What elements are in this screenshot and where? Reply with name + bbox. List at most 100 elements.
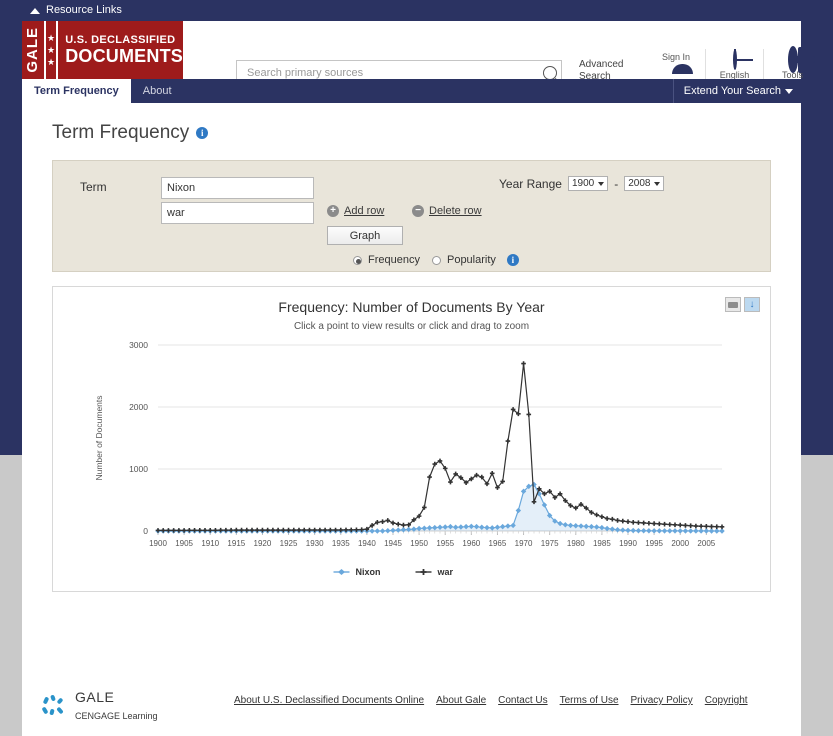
site-logo[interactable]: GALE ★ ★ ★ U.S. DECLASSIFIED DOCUMENTS	[22, 21, 183, 79]
year-range-separator: -	[614, 176, 619, 191]
svg-text:1945: 1945	[384, 539, 402, 548]
add-row-label[interactable]: Add row	[344, 205, 384, 217]
term-frequency-form: Term + Add row − Delete row Graph Freque…	[52, 160, 771, 272]
tab-bar: Term Frequency About Extend Your Search	[22, 79, 801, 103]
radio-popularity-label: Popularity	[446, 254, 496, 266]
info-icon[interactable]: i	[196, 127, 209, 139]
search-icon[interactable]	[543, 65, 557, 80]
footer-link-copyright[interactable]: Copyright	[705, 695, 748, 706]
language-button[interactable]: English	[705, 49, 763, 80]
graph-button[interactable]: Graph	[327, 226, 403, 245]
svg-text:1000: 1000	[129, 464, 148, 474]
svg-text:1995: 1995	[645, 539, 663, 548]
header-icon-group: Sign In English Tools	[647, 46, 821, 80]
radio-frequency-label: Frequency	[368, 254, 420, 266]
svg-text:war: war	[437, 567, 454, 577]
extend-your-search-label: Extend Your Search	[683, 85, 781, 97]
footer-link-about-gale[interactable]: About Gale	[436, 695, 486, 706]
svg-text:1900: 1900	[149, 539, 167, 548]
svg-text:2000: 2000	[671, 539, 689, 548]
chevron-down-icon	[598, 181, 605, 186]
resource-links-label: Resource Links	[46, 4, 122, 16]
star-icon: ★	[47, 44, 56, 55]
svg-text:1985: 1985	[593, 539, 611, 548]
frequency-line-chart[interactable]: 0 1000 2000 3000 Number of Documents 1900 1905…	[53, 335, 770, 585]
chart-toolbar: ↓	[725, 297, 760, 312]
delete-row-button[interactable]: − Delete row	[412, 205, 482, 217]
sign-in-button[interactable]: Sign In	[647, 49, 705, 80]
radio-popularity[interactable]	[431, 255, 441, 265]
footer-link-privacy[interactable]: Privacy Policy	[631, 695, 693, 706]
search-input[interactable]	[245, 65, 543, 80]
chevron-down-icon	[654, 181, 661, 186]
extend-your-search-button[interactable]: Extend Your Search	[672, 79, 793, 103]
svg-text:Nixon: Nixon	[356, 567, 381, 577]
resource-links-bar[interactable]: Resource Links	[0, 0, 833, 21]
svg-text:0: 0	[143, 526, 148, 536]
year-to-select[interactable]: 2008	[624, 176, 665, 191]
svg-text:1930: 1930	[306, 539, 324, 548]
radio-frequency[interactable]	[353, 255, 362, 265]
svg-text:1920: 1920	[254, 539, 272, 548]
svg-text:1950: 1950	[410, 539, 428, 548]
masthead: GALE ★ ★ ★ U.S. DECLASSIFIED DOCUMENTS A…	[22, 21, 803, 95]
svg-text:2005: 2005	[697, 539, 715, 548]
svg-text:3000: 3000	[129, 340, 148, 350]
plus-icon: +	[327, 205, 339, 217]
minus-icon: −	[412, 205, 424, 217]
year-from-value: 1900	[571, 178, 595, 189]
svg-text:1935: 1935	[332, 539, 350, 548]
globe-icon	[732, 49, 737, 70]
year-range-control: Year Range 1900 - 2008	[499, 176, 665, 191]
star-icon: ★	[47, 32, 56, 43]
mode-radio-group: Frequency Popularity i	[353, 254, 519, 266]
download-icon[interactable]: ↓	[744, 297, 760, 312]
page-title: Term Frequency i	[52, 103, 771, 144]
caret-up-icon	[30, 7, 40, 14]
logo-title: U.S. DECLASSIFIED DOCUMENTS	[58, 21, 183, 79]
page-title-text: Term Frequency	[52, 122, 190, 143]
term-input-2[interactable]	[161, 202, 314, 224]
footer-logo-tagline: CENGAGE Learning	[75, 710, 158, 721]
svg-text:1955: 1955	[436, 539, 454, 548]
logo-line-2: DOCUMENTS	[65, 46, 183, 67]
footer-links: About U.S. Declassified Documents Online…	[234, 695, 748, 706]
svg-text:1940: 1940	[358, 539, 376, 548]
footer: GALE CENGAGE Learning About U.S. Declass…	[22, 678, 801, 736]
chart-subtitle: Click a point to view results or click a…	[293, 321, 530, 332]
year-to-value: 2008	[628, 178, 651, 189]
print-icon[interactable]	[725, 297, 741, 312]
tab-term-frequency[interactable]: Term Frequency	[22, 79, 131, 103]
footer-link-about-docs[interactable]: About U.S. Declassified Documents Online	[234, 695, 424, 706]
footer-link-contact-us[interactable]: Contact Us	[498, 695, 547, 706]
chart-title: Frequency: Number of Documents By Year	[278, 299, 545, 315]
chevron-down-icon	[785, 88, 793, 94]
term-label: Term	[80, 180, 107, 194]
svg-text:2000: 2000	[129, 402, 148, 412]
gear-icon	[787, 46, 798, 73]
chart-panel: Frequency: Number of Documents By Year C…	[52, 286, 771, 592]
svg-text:1975: 1975	[541, 539, 559, 548]
year-from-select[interactable]: 1900	[567, 176, 609, 191]
svg-text:1980: 1980	[567, 539, 585, 548]
svg-text:1960: 1960	[462, 539, 480, 548]
tools-button[interactable]: Tools	[763, 46, 821, 80]
svg-text:1915: 1915	[227, 539, 245, 548]
footer-link-terms[interactable]: Terms of Use	[560, 695, 619, 706]
gale-dots-icon	[41, 694, 68, 719]
logo-gale-block: GALE	[22, 21, 44, 79]
add-row-button[interactable]: + Add row	[327, 205, 384, 217]
svg-text:1965: 1965	[489, 539, 507, 548]
star-icon: ★	[47, 56, 56, 67]
term-input-1[interactable]	[161, 177, 314, 199]
footer-logo-name: GALE	[75, 689, 115, 705]
delete-row-label[interactable]: Delete row	[429, 205, 482, 217]
svg-text:1905: 1905	[175, 539, 193, 548]
mode-info-icon[interactable]: i	[506, 254, 519, 266]
svg-text:1925: 1925	[280, 539, 298, 548]
logo-gale-text: GALE	[24, 27, 42, 73]
page-body: Term Frequency i Term + Add row − Delete…	[22, 103, 801, 678]
tab-about[interactable]: About	[131, 79, 184, 103]
year-range-label: Year Range	[499, 176, 562, 191]
svg-text:1990: 1990	[619, 539, 637, 548]
